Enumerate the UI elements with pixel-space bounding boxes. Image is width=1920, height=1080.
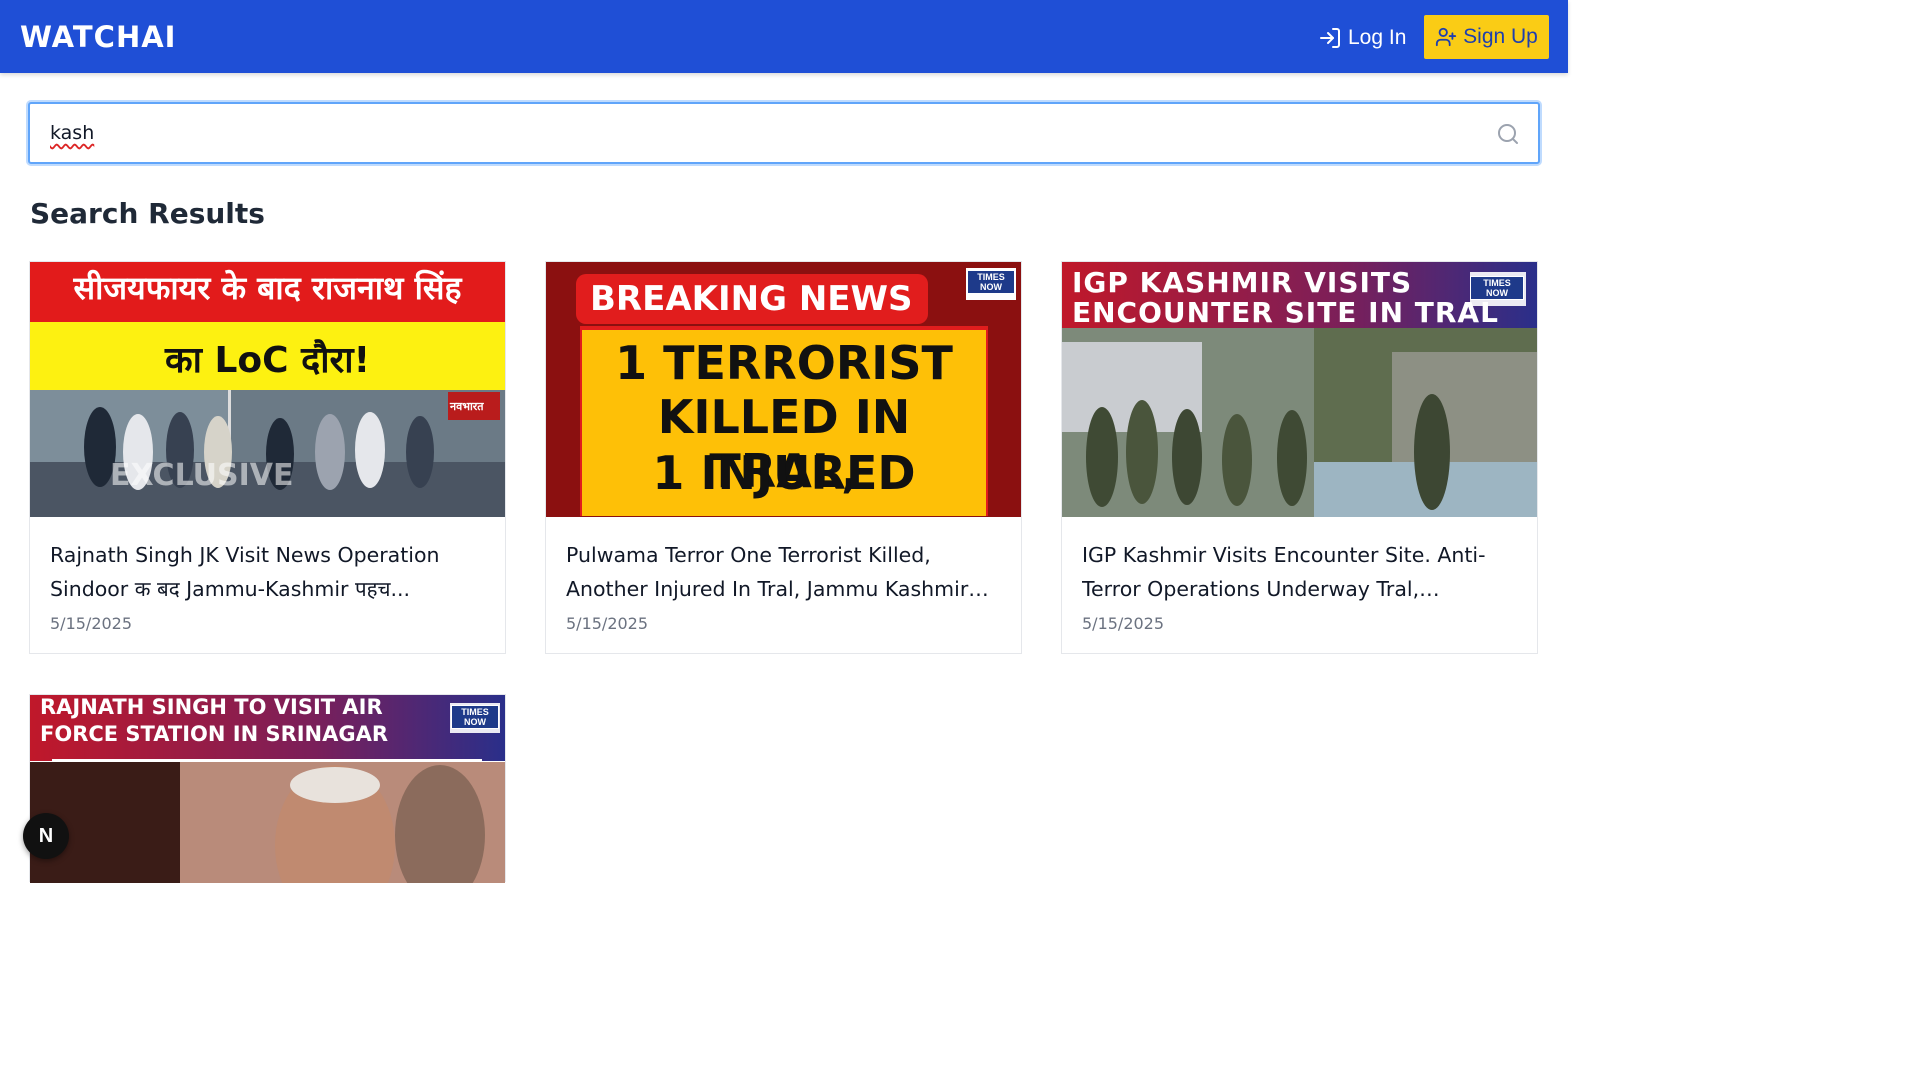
video-title[interactable]: IGP Kashmir Visits Encounter Site. Anti-… <box>1082 538 1522 606</box>
dev-tools-badge[interactable]: N <box>23 813 69 859</box>
video-date: 5/15/2025 <box>1082 614 1165 633</box>
signup-label: Sign Up <box>1463 25 1538 48</box>
channel-logo: TIMES NOW <box>451 705 499 729</box>
video-thumbnail[interactable]: IGP KASHMIR VISITS ENCOUNTER SITE IN TRA… <box>1062 262 1537 517</box>
video-thumbnail[interactable]: RAJNATH SINGH TO VISIT AIR FORCE STATION… <box>30 695 505 883</box>
video-thumbnail[interactable]: सीजयफायर के बाद राजनाथ सिंह का LoC दौरा!… <box>30 262 505 517</box>
thumbnail-headline-line1: 1 TERRORIST <box>615 336 953 390</box>
thumbnail-watermark: EXCLUSIVE <box>110 458 294 493</box>
video-card[interactable]: IGP KASHMIR VISITS ENCOUNTER SITE IN TRA… <box>1061 261 1538 654</box>
search-input[interactable]: kash <box>50 122 94 144</box>
video-card[interactable]: RAJNATH SINGH TO VISIT AIR FORCE STATION… <box>29 694 506 883</box>
brand-logo[interactable]: WATCHAI <box>20 20 176 54</box>
signup-button[interactable]: Sign Up <box>1424 15 1549 59</box>
search-results-heading: Search Results <box>30 197 265 230</box>
video-card[interactable]: सीजयफायर के बाद राजनाथ सिंह का LoC दौरा!… <box>29 261 506 654</box>
video-title[interactable]: Pulwama Terror One Terrorist Killed, Ano… <box>566 538 1006 606</box>
channel-logo: TIMES NOW <box>1470 276 1524 300</box>
search-icon[interactable] <box>1496 122 1520 146</box>
thumbnail-headline-line3: 1 INJURED <box>652 446 916 500</box>
video-date: 5/15/2025 <box>50 614 133 633</box>
video-thumbnail[interactable]: BREAKING NEWS 1 TERRORIST KILLED IN TRAL… <box>546 262 1021 517</box>
channel-logo: नवभारत <box>450 401 484 413</box>
top-navbar: WATCHAI Log In Sign Up <box>0 0 1568 73</box>
thumbnail-headline-line1: RAJNATH SINGH TO VISIT AIR <box>40 695 383 719</box>
thumbnail-headline-line2: FORCE STATION IN SRINAGAR <box>40 722 389 746</box>
search-bar: kash <box>28 102 1540 164</box>
login-button[interactable]: Log In <box>1318 22 1406 54</box>
thumbnail-banner: BREAKING NEWS <box>590 279 913 319</box>
video-card[interactable]: BREAKING NEWS 1 TERRORIST KILLED IN TRAL… <box>545 261 1022 654</box>
login-icon <box>1320 28 1340 48</box>
thumbnail-headline-line2: ENCOUNTER SITE IN TRAL <box>1072 296 1499 329</box>
thumbnail-headline-line1: IGP KASHMIR VISITS <box>1072 266 1413 299</box>
user-plus-icon <box>1436 27 1457 47</box>
login-label: Log In <box>1348 26 1407 49</box>
video-date: 5/15/2025 <box>566 614 649 633</box>
channel-logo: TIMES NOW <box>967 270 1015 294</box>
video-title[interactable]: Rajnath Singh JK Visit News Operation Si… <box>50 538 490 606</box>
thumbnail-headline-line1: सीजयफायर के बाद राजनाथ सिंह <box>73 269 462 307</box>
thumbnail-headline-line2: का LoC दौरा! <box>164 340 371 381</box>
